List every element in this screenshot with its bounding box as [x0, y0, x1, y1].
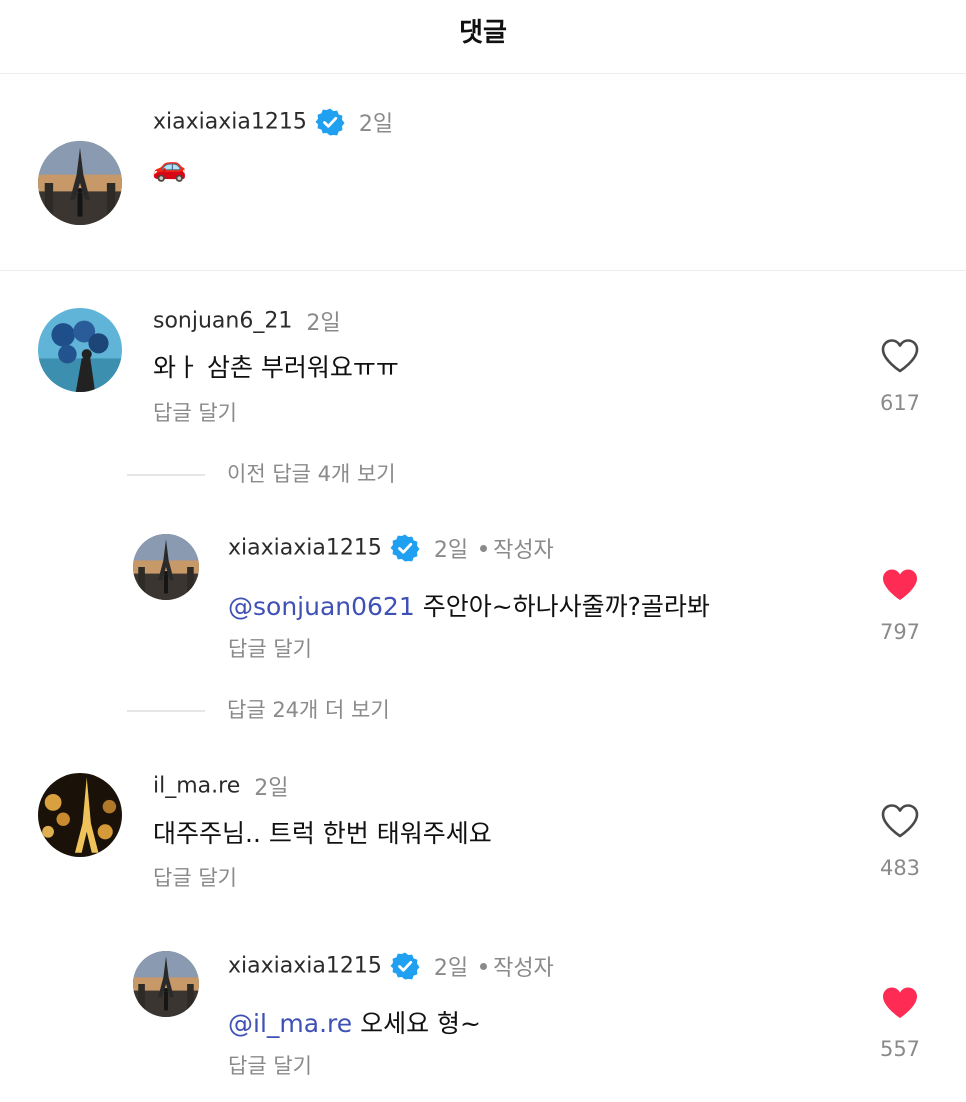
heart-filled-icon — [880, 567, 920, 603]
avatar[interactable] — [38, 308, 122, 392]
reply-button[interactable]: 답글 달기 — [228, 1050, 312, 1080]
like-button[interactable] — [880, 338, 920, 374]
comment-author: il_ma.re 2일 — [153, 770, 288, 802]
reply-author: xiaxiaxia1215 2일 작성자 — [228, 950, 554, 982]
heart-filled-icon — [880, 985, 920, 1021]
timestamp: 2일 — [254, 776, 289, 801]
verified-badge-icon — [390, 533, 420, 563]
car-emoji: 🚗 — [152, 150, 187, 183]
username[interactable]: xiaxiaxia1215 — [153, 110, 307, 135]
reply-text: @il_ma.re 오세요 형~ — [228, 1004, 481, 1040]
like-count: 557 — [879, 1037, 921, 1061]
reply-button[interactable]: 답글 달기 — [153, 397, 237, 427]
avatar-image — [133, 534, 199, 600]
avatar-image — [38, 141, 122, 225]
avatar-image — [38, 773, 122, 857]
verified-badge-icon — [390, 951, 420, 981]
header-divider — [0, 73, 966, 74]
separator-dot — [480, 544, 488, 552]
reply-button[interactable]: 답글 달기 — [153, 862, 237, 892]
avatar[interactable] — [133, 951, 199, 1017]
heart-outline-icon — [880, 803, 920, 839]
page-title: 댓글 — [459, 18, 507, 48]
avatar[interactable] — [38, 773, 122, 857]
username[interactable]: xiaxiaxia1215 — [228, 536, 382, 561]
timestamp: 2일 — [306, 311, 341, 336]
like-button[interactable] — [880, 803, 920, 839]
reply-text: @sonjuan0621 주안아~하나사줄까?골라봐 — [228, 587, 710, 623]
timestamp: 2일 — [433, 956, 469, 981]
mention-link[interactable]: @sonjuan0621 — [228, 592, 415, 621]
like-button[interactable] — [880, 985, 920, 1021]
reply-thread-line — [127, 710, 205, 712]
username[interactable]: il_ma.re — [153, 774, 240, 799]
like-count: 797 — [879, 620, 921, 644]
creator-badge: 작성자 — [493, 538, 554, 563]
comment-text: 와ㅏ 삼촌 부러워요ㅠㅠ — [153, 353, 399, 382]
caption-divider — [0, 270, 966, 271]
avatar-image — [133, 951, 199, 1017]
reply-thread-line — [127, 474, 205, 476]
avatar-image — [38, 308, 122, 392]
mention-link[interactable]: @il_ma.re — [228, 1009, 352, 1038]
comment-text: 대주주님.. 트럭 한번 태워주세요 — [153, 819, 492, 848]
reply-button[interactable]: 답글 달기 — [228, 633, 312, 663]
like-count: 483 — [879, 856, 921, 880]
reply-body: 오세요 형~ — [352, 1009, 481, 1038]
comment-author: sonjuan6_21 2일 — [153, 305, 341, 337]
like-button[interactable] — [880, 567, 920, 603]
creator-badge: 작성자 — [493, 956, 554, 981]
reply-author: xiaxiaxia1215 2일 작성자 — [228, 532, 554, 564]
avatar[interactable] — [133, 534, 199, 600]
view-previous-replies[interactable]: 이전 답글 4개 보기 — [127, 458, 396, 488]
view-more-replies[interactable]: 답글 24개 더 보기 — [127, 694, 390, 724]
separator-dot — [480, 962, 488, 970]
avatar[interactable] — [38, 141, 122, 225]
timestamp: 2일 — [433, 538, 469, 563]
verified-badge-icon — [315, 107, 345, 137]
username[interactable]: xiaxiaxia1215 — [228, 954, 382, 979]
reply-body: 주안아~하나사줄까?골라봐 — [414, 592, 710, 621]
username[interactable]: sonjuan6_21 — [153, 309, 292, 334]
view-more-label: 이전 답글 4개 보기 — [227, 462, 396, 486]
like-count: 617 — [879, 391, 921, 415]
timestamp: 2일 — [358, 112, 394, 137]
post-author: xiaxiaxia1215 2일 — [153, 106, 393, 138]
heart-outline-icon — [880, 338, 920, 374]
view-more-label: 답글 24개 더 보기 — [227, 698, 390, 722]
